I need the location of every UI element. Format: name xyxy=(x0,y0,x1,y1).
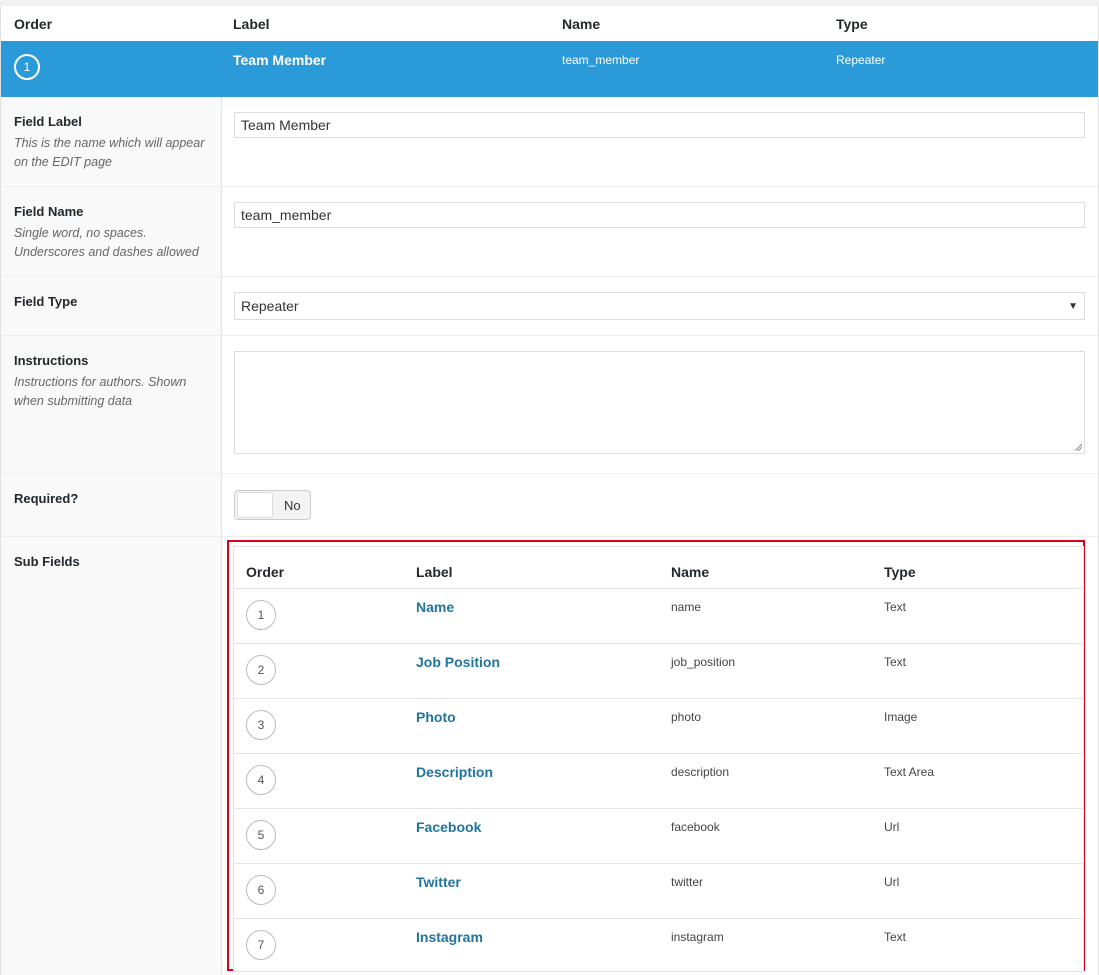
header-order: Order xyxy=(14,16,53,32)
sub-field-label-link[interactable]: Job Position xyxy=(416,654,500,670)
row-divider xyxy=(1,335,1098,336)
sub-field-name: job_position xyxy=(671,655,736,669)
sub-field-order[interactable]: 3 xyxy=(246,710,276,740)
dropdown-arrow-icon: ▼ xyxy=(1068,301,1078,312)
field-label-input[interactable]: Team Member xyxy=(234,112,1085,138)
sub-header-label: Label xyxy=(416,564,453,580)
sub-field-name: facebook xyxy=(671,820,720,834)
sub-header-type: Type xyxy=(884,564,916,580)
required-toggle[interactable]: No xyxy=(234,490,311,520)
field-type-title: Field Type xyxy=(14,294,78,309)
field-label-title: Field Label xyxy=(14,114,82,129)
row-divider xyxy=(234,643,1083,644)
sub-field-label-link[interactable]: Twitter xyxy=(416,874,461,890)
instructions-title: Instructions xyxy=(14,353,89,368)
sub-field-type: Text Area xyxy=(884,765,935,779)
sub-field-type: Text xyxy=(884,655,907,669)
sub-field-label-link[interactable]: Name xyxy=(416,599,454,615)
sub-field-name: description xyxy=(671,765,730,779)
sub-field-label-link[interactable]: Description xyxy=(416,764,493,780)
selected-field-row[interactable]: 1 Team Member team_member Repeater xyxy=(1,41,1098,97)
row-divider xyxy=(234,863,1083,864)
header-type: Type xyxy=(836,16,868,32)
selected-field-label[interactable]: Team Member xyxy=(233,52,326,68)
selected-field-type: Repeater xyxy=(836,53,886,67)
sub-field-type: Url xyxy=(884,820,900,834)
row-divider xyxy=(1,473,1098,474)
toggle-knob[interactable] xyxy=(237,492,273,518)
selected-field-name: team_member xyxy=(562,53,640,67)
field-name-title: Field Name xyxy=(14,204,84,219)
field-name-desc: Single word, no spaces. Underscores and … xyxy=(14,226,199,259)
sub-field-label-link[interactable]: Instagram xyxy=(416,929,483,945)
sub-field-name: instagram xyxy=(671,930,724,944)
row-divider xyxy=(234,588,1083,589)
sub-fields-title: Sub Fields xyxy=(14,554,80,569)
sub-field-order[interactable]: 7 xyxy=(246,930,276,960)
sub-header-name: Name xyxy=(671,564,710,580)
row-divider xyxy=(1,536,1098,537)
row-divider xyxy=(1,186,1098,187)
row-divider xyxy=(234,753,1083,754)
sub-field-label-link[interactable]: Facebook xyxy=(416,819,481,835)
required-value: No xyxy=(284,498,301,513)
field-name-input[interactable]: team_member xyxy=(234,202,1085,228)
field-order-badge[interactable]: 1 xyxy=(14,54,40,80)
required-title: Required? xyxy=(14,491,79,506)
row-divider xyxy=(234,918,1083,919)
sub-field-order[interactable]: 5 xyxy=(246,820,276,850)
row-divider xyxy=(234,698,1083,699)
field-type-select[interactable]: Repeater ▼ xyxy=(234,292,1085,320)
sub-field-order[interactable]: 4 xyxy=(246,765,276,795)
instructions-textarea[interactable] xyxy=(234,351,1085,454)
header-name: Name xyxy=(562,16,601,32)
sub-field-type: Image xyxy=(884,710,918,724)
header-label: Label xyxy=(233,16,270,32)
sub-field-name: name xyxy=(671,600,702,614)
sub-field-type: Text xyxy=(884,600,907,614)
instructions-desc: Instructions for authors. Shown when sub… xyxy=(14,375,187,408)
fields-table-header: Order Label Name Type xyxy=(1,6,1098,42)
sub-field-order[interactable]: 6 xyxy=(246,875,276,905)
sub-field-order[interactable]: 2 xyxy=(246,655,276,685)
sub-field-type: Url xyxy=(884,875,900,889)
row-divider xyxy=(1,276,1098,277)
field-label-desc: This is the name which will appear on th… xyxy=(14,136,205,169)
sub-field-label-link[interactable]: Photo xyxy=(416,709,456,725)
field-type-value: Repeater xyxy=(241,298,299,314)
row-divider xyxy=(234,808,1083,809)
sub-field-name: photo xyxy=(671,710,702,724)
resize-grip-icon[interactable] xyxy=(1074,443,1082,451)
sub-field-name: twitter xyxy=(671,875,704,889)
sub-header-order: Order xyxy=(246,564,285,580)
sub-fields-table: Order Label Name Type 1 Name name Text 2… xyxy=(233,546,1084,972)
sub-field-order[interactable]: 1 xyxy=(246,600,276,630)
sub-field-type: Text xyxy=(884,930,907,944)
